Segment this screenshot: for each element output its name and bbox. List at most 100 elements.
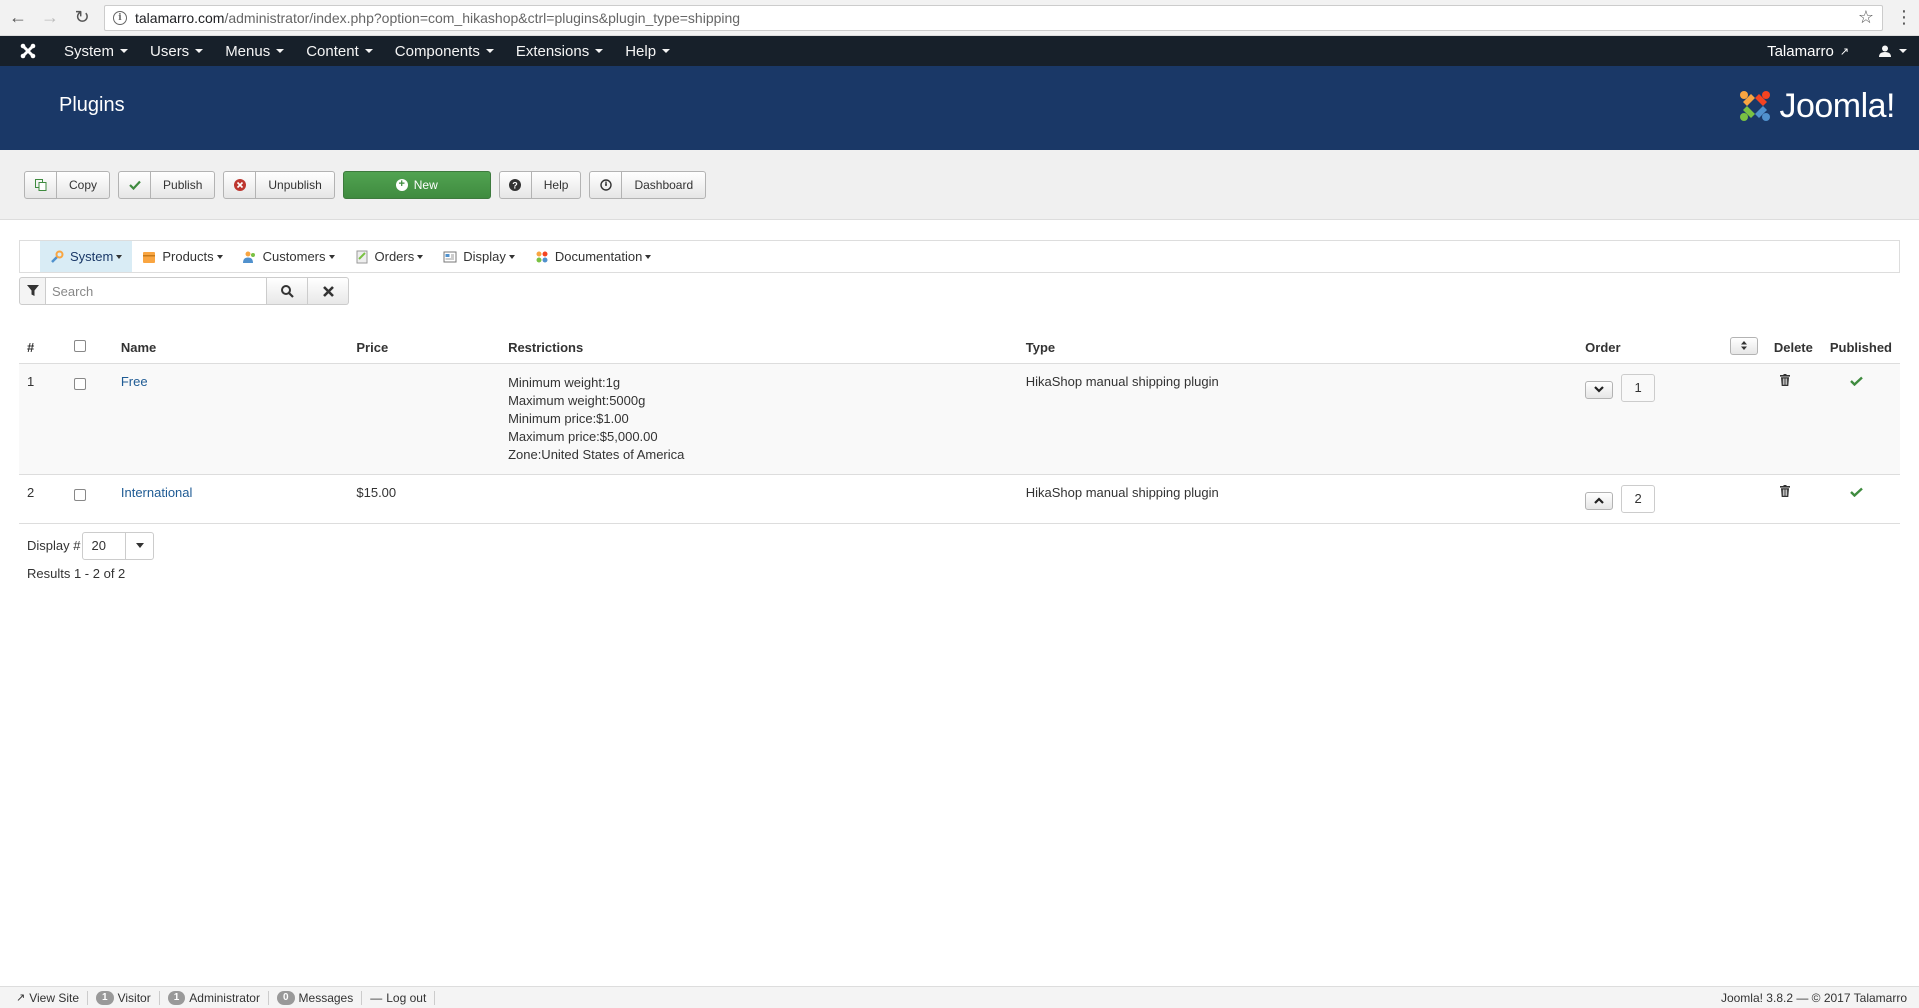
hk-menu-customers[interactable]: Customers [233,241,345,272]
forward-icon[interactable]: → [40,7,60,28]
caret-down-icon [645,254,652,259]
hk-menu-orders[interactable]: Orders [345,241,434,272]
user-menu[interactable] [1879,45,1907,57]
restriction-line: Maximum price:$5,000.00 [508,428,658,444]
row-name-cell: Free [112,363,349,475]
bookmark-star-icon[interactable]: ☆ [1858,7,1874,28]
display-limit-select[interactable]: 20 [82,531,155,560]
col-order[interactable]: Order [1577,335,1722,364]
caret-down-icon [328,254,335,259]
search-input[interactable] [46,277,267,305]
caret-down-icon [195,49,204,53]
external-link-icon: ↗ [1839,45,1849,58]
check-all-checkbox[interactable] [73,339,86,352]
plugin-name-link[interactable]: Free [121,374,148,389]
caret-down-icon [1899,49,1907,53]
row-type: HikaShop manual shipping plugin [1017,363,1578,475]
browser-menu-icon[interactable]: ⋮ [1895,7,1913,28]
wrench-icon [51,250,64,263]
clear-search-button[interactable] [308,277,349,305]
copy-button[interactable]: Copy [24,170,111,199]
check-icon [119,171,152,198]
admin-menu-components[interactable]: Components [395,43,494,60]
table-header-row: # Name Price Restrictions Type Order Del… [19,335,1900,364]
move-down-button[interactable] [1585,380,1614,399]
admin-menu-system[interactable]: System [64,43,129,60]
published-check-icon[interactable] [1850,485,1863,500]
caret-down-icon [508,254,515,259]
publish-button[interactable]: Publish [118,170,216,199]
row-checkbox-cell [65,474,113,524]
visitor-count-badge: 1 [96,990,114,1005]
joomla-mini-logo-icon[interactable] [20,43,46,59]
dashboard-icon [590,171,623,198]
trash-icon[interactable] [1779,484,1790,500]
hk-menu-documentation[interactable]: Documentation [525,241,661,272]
col-name[interactable]: Name [112,335,349,364]
col-published[interactable]: Published [1821,335,1900,364]
logout-link[interactable]: — Log out [362,990,436,1005]
caret-down-icon [276,49,285,53]
hk-menu-products[interactable]: Products [132,241,232,272]
trash-icon[interactable] [1779,373,1790,389]
display-icon [443,251,457,262]
help-button[interactable]: ? Help [498,170,582,199]
external-link-icon: ↗ [16,992,26,1004]
row-type: HikaShop manual shipping plugin [1017,474,1578,524]
admin-count-badge: 1 [167,990,186,1005]
view-site-link[interactable]: ↗ View Site [8,990,89,1005]
search-icon [280,284,294,298]
hk-menu-display[interactable]: Display [433,241,525,272]
filter-icon[interactable] [19,277,46,305]
svg-text:?: ? [513,180,519,190]
admin-menu-extensions[interactable]: Extensions [516,43,604,60]
col-price[interactable]: Price [348,335,501,364]
row-delete-cell [1765,474,1822,524]
admin-menu-help[interactable]: Help [625,43,671,60]
info-icon[interactable]: i [113,10,127,25]
order-input[interactable]: 1 [1621,373,1656,402]
table-row: 1 Free Minimum weight:1g Maximum weight:… [19,363,1900,475]
visitors-indicator[interactable]: 1 Visitor [88,990,160,1005]
reload-icon[interactable]: ↻ [72,7,92,28]
messages-indicator[interactable]: 0 Messages [269,990,363,1005]
col-type[interactable]: Type [1017,335,1578,364]
admin-menu-content[interactable]: Content [306,43,373,60]
search-button[interactable] [267,277,308,305]
row-order-cell: 2 [1577,474,1766,524]
joomla-logo-icon [1740,91,1771,121]
admin-menu-label: Components [394,42,480,60]
dashboard-button[interactable]: Dashboard [589,170,707,199]
back-icon[interactable]: ← [8,7,28,28]
url-text: talamarro.com/administrator/index.php?op… [135,10,1850,26]
unpublish-button[interactable]: Unpublish [223,170,335,199]
logout-label: Log out [386,990,427,1005]
admins-indicator[interactable]: 1 Administrator [160,990,269,1005]
row-checkbox[interactable] [73,377,86,390]
close-icon [322,285,334,297]
address-bar[interactable]: i talamarro.com/administrator/index.php?… [104,4,1883,31]
published-check-icon[interactable] [1850,374,1863,389]
restriction-line: Maximum weight:5000g [508,392,646,408]
admin-menu-users[interactable]: Users [150,43,204,60]
page-title: Plugins [59,93,125,116]
new-button[interactable]: + New [342,170,491,199]
plugin-name-link[interactable]: International [121,485,193,500]
hk-menu-system[interactable]: System [40,241,133,272]
page-header: Plugins Joomla! [0,66,1919,150]
admin-menu-menus[interactable]: Menus [225,43,285,60]
view-site-label: View Site [29,990,80,1005]
toolbar: Copy Publish Unpublish + New ? Help Dash… [0,150,1919,220]
order-input[interactable]: 2 [1621,484,1656,513]
site-link[interactable]: Talamarro ↗ [1767,43,1849,60]
order-controls: 2 [1585,484,1758,513]
hk-menu-label: Documentation [554,249,643,264]
copy-label: Copy [69,177,98,192]
copy-icon [25,171,57,198]
move-up-button[interactable] [1585,491,1614,510]
save-order-button[interactable] [1729,336,1758,355]
row-price [348,363,501,475]
row-checkbox[interactable] [73,488,86,501]
filter-bar [19,277,1900,305]
user-icon [1879,45,1891,57]
